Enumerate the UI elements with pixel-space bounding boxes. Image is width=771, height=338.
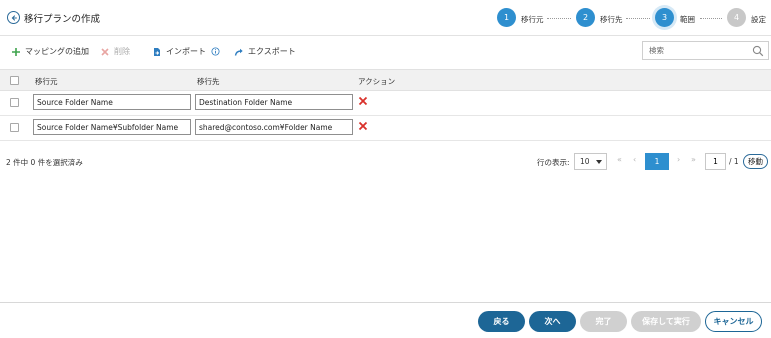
step-connector (547, 18, 571, 19)
share-arrow-icon (234, 47, 244, 57)
step-3-circle: 3 (655, 8, 674, 27)
next-page-icon[interactable]: › (677, 155, 680, 164)
table-row (0, 91, 771, 116)
total-pages: / 1 (729, 157, 739, 166)
destination-path-input[interactable] (195, 119, 353, 135)
column-header-source: 移行元 (35, 77, 58, 86)
search-input[interactable] (643, 42, 743, 59)
row-checkbox[interactable] (10, 98, 19, 107)
prev-page-icon[interactable]: ‹ (633, 155, 636, 164)
close-icon (100, 47, 110, 57)
import-label: インポート (166, 47, 206, 56)
table-header: 移行元 移行先 アクション (0, 69, 771, 91)
last-page-icon[interactable]: » (691, 155, 696, 164)
select-all-checkbox[interactable] (10, 76, 19, 85)
delete-row-icon[interactable] (358, 96, 368, 106)
save-and-run-button[interactable]: 保存して実行 (631, 311, 701, 332)
step-connector (700, 18, 722, 19)
caret-down-icon (596, 160, 602, 164)
step-4-circle: 4 (727, 8, 746, 27)
step-connector (626, 18, 650, 19)
step-2-label: 移行先 (600, 15, 623, 24)
rows-per-page-label: 行の表示: (537, 158, 570, 167)
delete-label: 削除 (114, 47, 130, 56)
step-3-label: 範囲 (680, 15, 695, 24)
rows-per-page-value: 10 (580, 157, 590, 166)
step-4-label: 設定 (751, 15, 766, 24)
page-header: 移行プランの作成 1 移行元 2 移行先 3 範囲 4 設定 (0, 0, 771, 36)
back-arrow-icon[interactable] (7, 11, 20, 24)
add-mapping-button[interactable]: マッピングの追加 (11, 46, 89, 57)
next-button[interactable]: 次へ (529, 311, 576, 332)
column-header-action: アクション (358, 77, 396, 86)
destination-path-input[interactable] (195, 94, 353, 110)
current-page-button[interactable]: 1 (645, 153, 669, 170)
add-mapping-label: マッピングの追加 (25, 47, 89, 56)
first-page-icon[interactable]: « (617, 155, 622, 164)
info-icon[interactable] (210, 47, 220, 57)
source-path-input[interactable] (33, 119, 191, 135)
footer-divider (0, 302, 771, 303)
search-icon[interactable] (752, 45, 764, 57)
export-label: エクスポート (248, 47, 296, 56)
page-title: 移行プランの作成 (24, 14, 101, 25)
selection-status: 2 件中 0 件を選択済み (6, 158, 83, 167)
step-1-circle: 1 (497, 8, 516, 27)
row-checkbox[interactable] (10, 123, 19, 132)
finish-button[interactable]: 完了 (580, 311, 627, 332)
delete-row-icon[interactable] (358, 121, 368, 131)
import-button[interactable]: インポート (152, 46, 220, 57)
delete-button[interactable]: 削除 (100, 46, 130, 57)
source-path-input[interactable] (33, 94, 191, 110)
step-2-circle: 2 (576, 8, 595, 27)
rows-per-page-select[interactable]: 10 (574, 153, 607, 170)
table-row (0, 116, 771, 141)
back-button[interactable]: 戻る (478, 311, 525, 332)
page-number-input[interactable] (705, 153, 726, 170)
column-header-destination: 移行先 (197, 77, 220, 86)
export-button[interactable]: エクスポート (234, 46, 296, 57)
step-1-label: 移行元 (521, 15, 544, 24)
search-box (642, 41, 769, 60)
go-to-page-button[interactable]: 移動 (743, 154, 768, 169)
cancel-button[interactable]: キャンセル (705, 311, 762, 332)
import-file-icon (152, 47, 162, 57)
plus-icon (11, 47, 21, 57)
